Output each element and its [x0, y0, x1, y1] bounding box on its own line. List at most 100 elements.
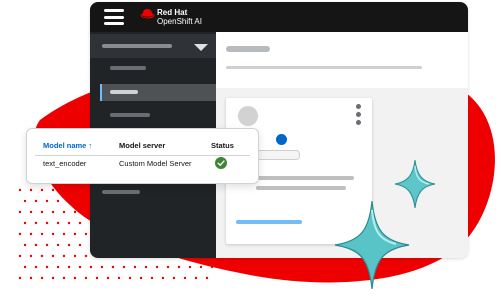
dot	[23, 199, 27, 203]
dot	[100, 265, 104, 269]
dot	[177, 265, 181, 269]
dot	[18, 254, 22, 258]
dot	[67, 265, 71, 269]
sidebar-item[interactable]	[102, 190, 140, 194]
dot	[150, 276, 154, 280]
sidebar-item[interactable]	[110, 113, 150, 117]
dot	[78, 199, 82, 203]
dot	[73, 210, 77, 214]
dot	[78, 265, 82, 269]
dot	[18, 210, 22, 214]
model-name-cell[interactable]: text_encoder	[43, 159, 86, 168]
dot	[67, 199, 71, 203]
sidebar-item[interactable]	[110, 66, 146, 70]
dot	[73, 232, 77, 236]
dot	[62, 188, 66, 192]
dot	[51, 210, 55, 214]
page-title-placeholder	[226, 46, 270, 52]
dot	[51, 254, 55, 258]
dot	[40, 232, 44, 236]
sidebar-item[interactable]	[110, 90, 138, 94]
product-name: OpenShift AI	[157, 17, 202, 26]
dot	[128, 276, 132, 280]
radio-selected-icon[interactable]	[276, 134, 287, 145]
column-header-status: Status	[211, 141, 234, 150]
dot	[23, 221, 27, 225]
dot	[62, 232, 66, 236]
sidebar-group-header[interactable]	[90, 34, 216, 58]
dot	[166, 265, 170, 269]
dot	[62, 254, 66, 258]
card-text-line	[256, 176, 354, 180]
dot	[40, 276, 44, 280]
dot	[155, 265, 159, 269]
page-header	[216, 32, 468, 88]
dot	[78, 221, 82, 225]
dot	[84, 254, 88, 258]
dot	[139, 276, 143, 280]
dot	[144, 265, 148, 269]
toggle-track[interactable]	[256, 150, 300, 160]
dot	[45, 199, 49, 203]
dot	[73, 188, 77, 192]
chevron-down-icon	[194, 44, 208, 51]
dot	[45, 221, 49, 225]
dot	[95, 276, 99, 280]
dot	[18, 276, 22, 280]
dot	[194, 276, 198, 280]
dot	[62, 276, 66, 280]
dot	[34, 265, 38, 269]
dot	[67, 243, 71, 247]
column-header-model-name[interactable]: Model name ↑	[43, 141, 92, 150]
dot	[172, 276, 176, 280]
dot	[106, 276, 110, 280]
table-divider	[35, 155, 250, 156]
dot	[73, 254, 77, 258]
dot	[34, 221, 38, 225]
dot	[84, 232, 88, 236]
dot	[210, 265, 214, 269]
dot	[117, 276, 121, 280]
dot	[29, 188, 33, 192]
dot	[34, 243, 38, 247]
avatar	[238, 106, 258, 126]
dot	[34, 199, 38, 203]
sparkle-icon	[334, 200, 410, 290]
dot	[45, 265, 49, 269]
dot	[84, 210, 88, 214]
dot	[56, 221, 60, 225]
dot	[56, 265, 60, 269]
dot	[84, 188, 88, 192]
dot	[29, 232, 33, 236]
check-circle-icon	[215, 157, 227, 169]
column-header-model-server: Model server	[119, 141, 166, 150]
red-hat-icon	[140, 9, 155, 19]
dot	[111, 265, 115, 269]
dot	[161, 276, 165, 280]
model-server-cell: Custom Model Server	[119, 159, 192, 168]
dot	[40, 254, 44, 258]
dot	[133, 265, 137, 269]
dot	[23, 243, 27, 247]
dot	[51, 276, 55, 280]
hamburger-icon[interactable]	[104, 9, 124, 25]
dot	[40, 210, 44, 214]
page-description-placeholder	[226, 66, 422, 69]
dot	[199, 265, 203, 269]
dot	[122, 265, 126, 269]
card-link-line[interactable]	[236, 220, 302, 224]
brand-name: Red Hat	[157, 8, 188, 17]
dot	[18, 232, 22, 236]
dot	[56, 243, 60, 247]
dot	[40, 188, 44, 192]
card-text-line	[256, 186, 346, 190]
active-indicator	[100, 84, 102, 101]
dot	[29, 276, 33, 280]
dot	[23, 265, 27, 269]
dot	[67, 221, 71, 225]
dot	[29, 254, 33, 258]
dot	[73, 276, 77, 280]
dot	[56, 199, 60, 203]
dot	[62, 210, 66, 214]
dot	[188, 265, 192, 269]
